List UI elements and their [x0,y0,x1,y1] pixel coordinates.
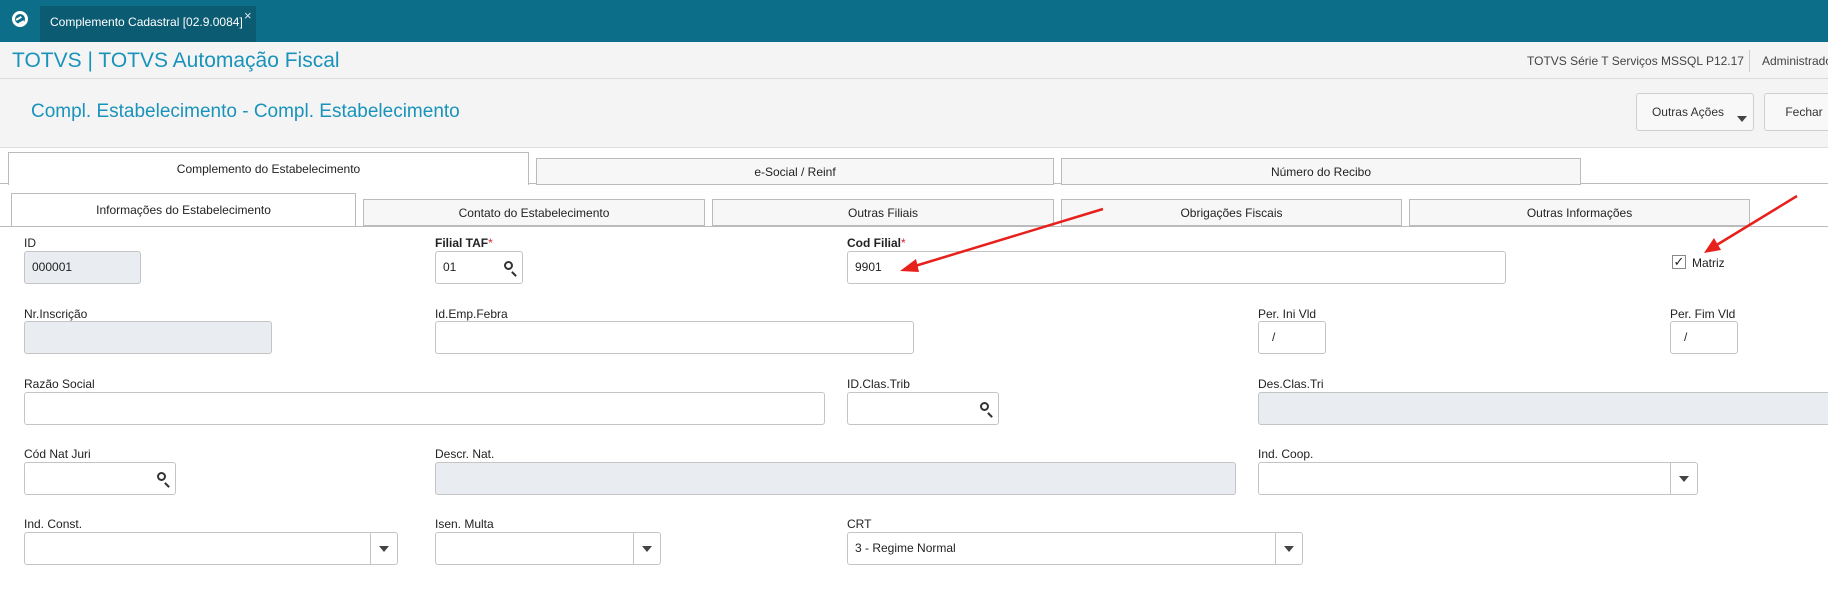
annotation-arrow [914,207,1104,268]
annotation-arrows [900,194,1798,272]
annotation-arrowhead [900,259,919,272]
annotation-arrowhead [1704,238,1721,253]
annotation-arrow [1714,194,1798,248]
